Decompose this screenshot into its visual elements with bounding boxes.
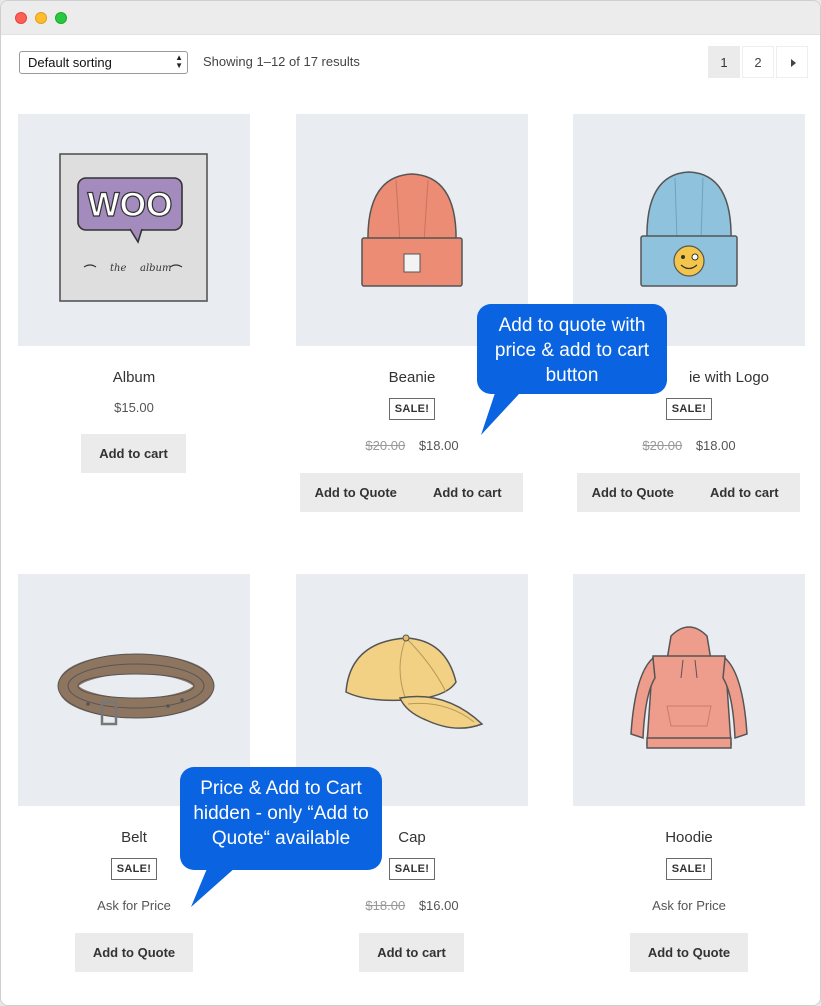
close-window-button[interactable] (15, 12, 27, 24)
product-price: $18.00 $16.00 (296, 898, 528, 913)
add-to-cart-button[interactable]: Add to cart (359, 933, 464, 972)
select-arrows-icon: ▲ ▼ (175, 53, 183, 70)
add-to-cart-button[interactable]: Add to cart (689, 473, 801, 512)
button-group: Add to Quote Add to cart (577, 473, 800, 512)
hoodie-icon (630, 626, 748, 749)
price-current: $18.00 (695, 438, 736, 453)
product-image[interactable]: WOO the album (18, 114, 250, 346)
add-to-quote-button[interactable]: Add to Quote (300, 473, 412, 512)
price-original: $20.00 (365, 438, 406, 453)
zoom-window-button[interactable] (55, 12, 67, 24)
svg-text:WOO: WOO (88, 186, 173, 224)
price-current: $18.00 (418, 438, 459, 453)
add-to-quote-button[interactable]: Add to Quote (75, 933, 193, 972)
title-bar (1, 1, 820, 35)
button-group: Add to Quote Add to cart (300, 473, 523, 512)
add-to-cart-button[interactable]: Add to cart (412, 473, 524, 512)
product-price: $20.00 $18.00 (573, 438, 805, 453)
product-image[interactable] (573, 574, 805, 806)
price-current: $16.00 (418, 898, 459, 913)
pagination-next-button[interactable] (776, 46, 808, 78)
sorting-select[interactable]: Default sorting ▲ ▼ (19, 51, 188, 74)
add-to-cart-button[interactable]: Add to cart (81, 434, 186, 473)
add-to-quote-button[interactable]: Add to Quote (630, 933, 748, 972)
callout-top: Add to quote with price & add to cart bu… (477, 304, 667, 394)
price-original: $18.00 (365, 898, 406, 913)
woo-album-icon: WOO the album (59, 153, 208, 302)
browser-window: Default sorting ▲ ▼ Showing 1–12 of 17 re… (0, 0, 821, 1006)
sale-badge: SALE! (389, 398, 435, 420)
pagination-page-2[interactable]: 2 (742, 46, 774, 78)
sale-badge: SALE! (111, 858, 157, 880)
caret-right-icon (791, 59, 796, 67)
callout-bottom: Price & Add to Cart hidden - only “Add t… (180, 767, 382, 870)
price-current: $15.00 (114, 400, 154, 415)
sale-badge: SALE! (666, 858, 712, 880)
result-count: Showing 1–12 of 17 results (203, 54, 360, 69)
sale-badge: SALE! (389, 858, 435, 880)
minimize-window-button[interactable] (35, 12, 47, 24)
product-title[interactable]: Hoodie (573, 829, 805, 846)
price-original: $20.00 (642, 438, 683, 453)
pagination-page-1[interactable]: 1 (708, 46, 740, 78)
ask-for-price-text: Ask for Price (652, 898, 726, 913)
product-card-hoodie: Hoodie SALE! Ask for Price Add to Quote (573, 574, 805, 972)
svg-text:album: album (140, 263, 171, 274)
product-card-album: WOO the album Album $15.00 Add to cart (18, 114, 250, 473)
product-price: $20.00 $18.00 (296, 438, 528, 453)
product-title[interactable]: Album (18, 369, 250, 386)
sorting-select-value: Default sorting (28, 55, 112, 70)
add-to-quote-button[interactable]: Add to Quote (577, 473, 689, 512)
svg-text:the: the (110, 263, 126, 274)
product-price: $15.00 (18, 400, 250, 415)
sale-badge: SALE! (666, 398, 712, 420)
